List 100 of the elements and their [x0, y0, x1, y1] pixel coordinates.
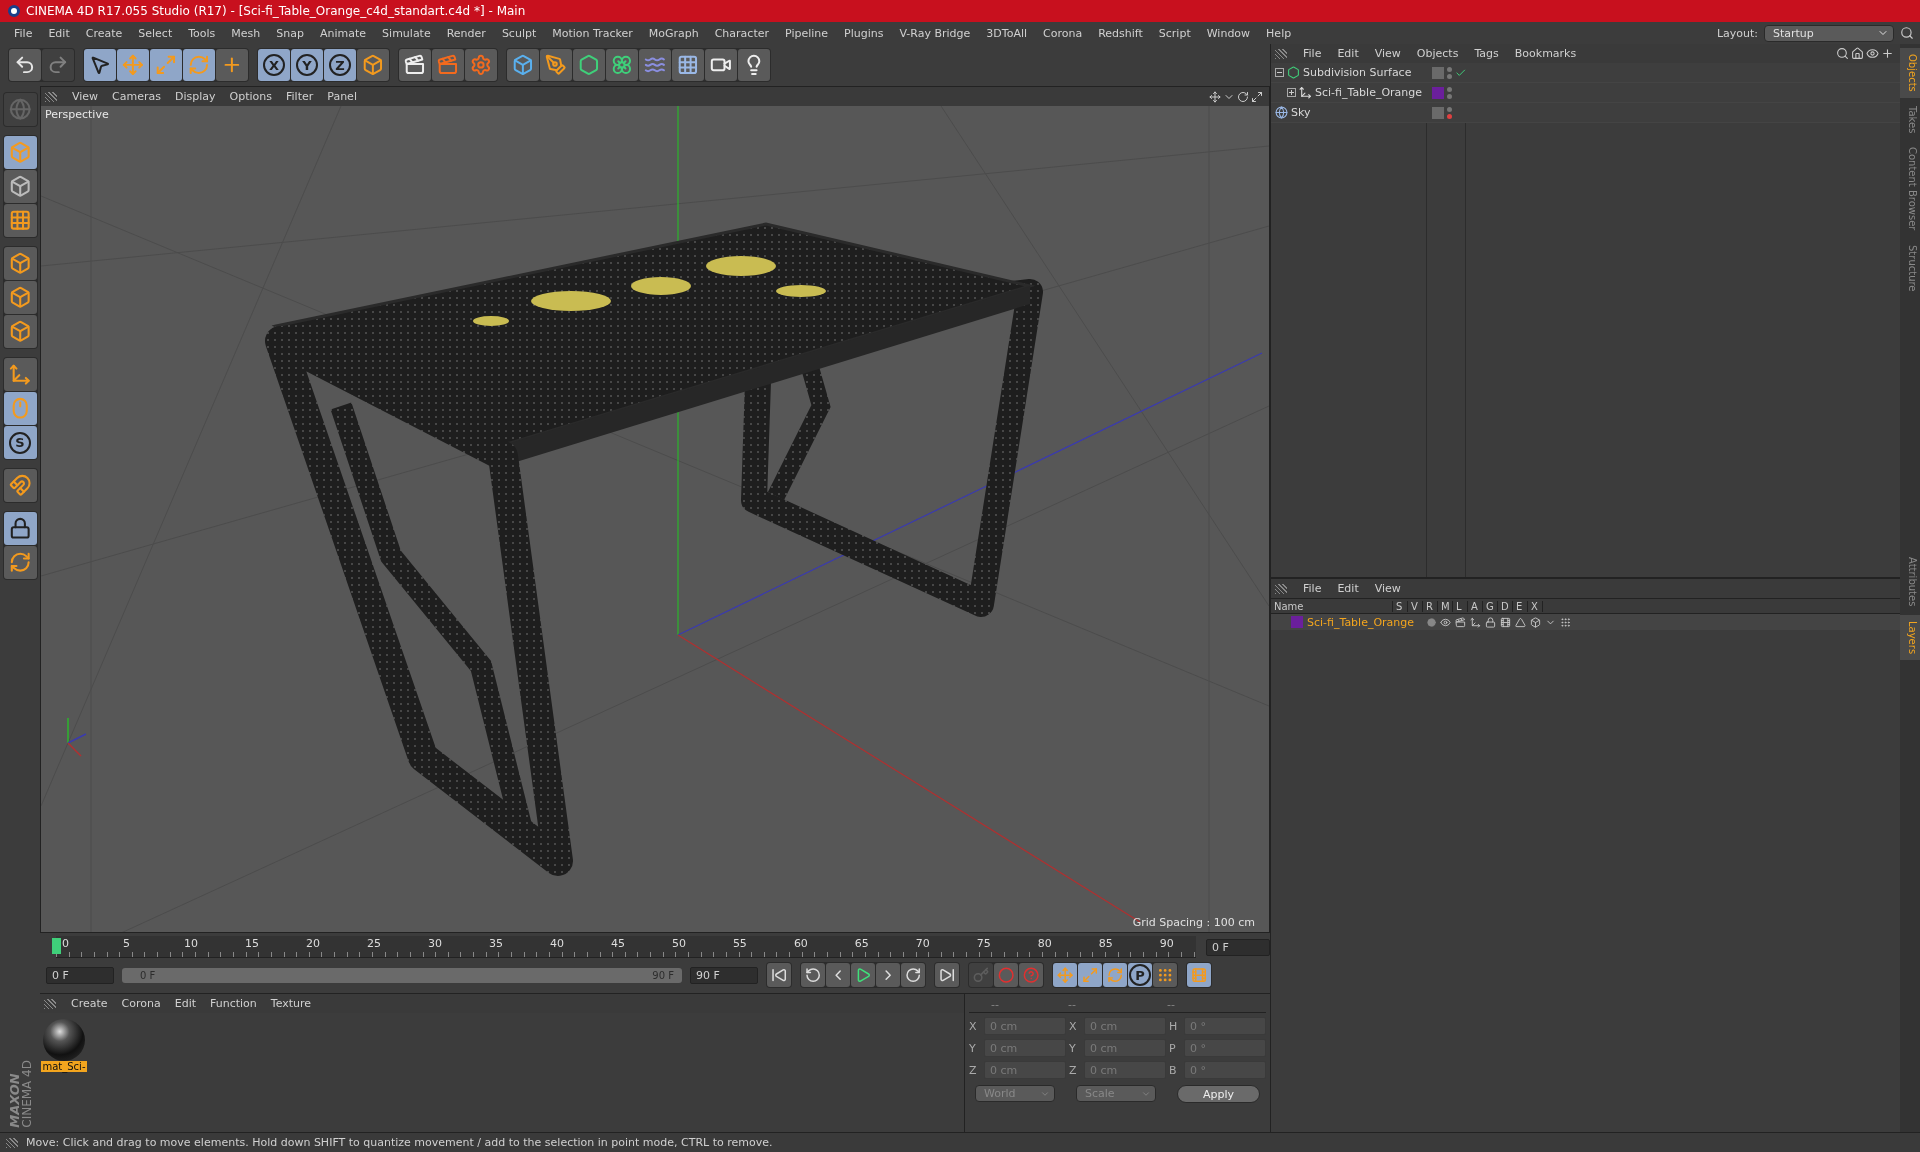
- axis-lock-button[interactable]: P: [1128, 963, 1152, 987]
- menu-item[interactable]: File: [1295, 582, 1330, 595]
- menu-item[interactable]: Tags: [1466, 47, 1507, 60]
- menu-item[interactable]: Edit: [1329, 582, 1367, 595]
- undo-button[interactable]: [9, 49, 41, 81]
- menu-item[interactable]: Create: [77, 26, 131, 40]
- side-tab[interactable]: Structure: [1900, 238, 1920, 298]
- menu-item[interactable]: Cameras: [105, 90, 168, 103]
- layer-swatch[interactable]: [1432, 66, 1444, 79]
- axis-lock-button[interactable]: X: [258, 49, 290, 81]
- skip-back-button[interactable]: [767, 963, 791, 987]
- wave-button[interactable]: [639, 49, 671, 81]
- axis-lock-button[interactable]: Y: [291, 49, 323, 81]
- column-header[interactable]: L: [1453, 600, 1468, 612]
- light-bulb-button[interactable]: [738, 49, 770, 81]
- object-name[interactable]: Subdivision Surface: [1303, 66, 1412, 79]
- layer-color-swatch[interactable]: [1291, 616, 1303, 628]
- column-header[interactable]: G: [1483, 600, 1498, 612]
- pointer-button[interactable]: [84, 49, 116, 81]
- panel-grip-icon[interactable]: [1275, 48, 1287, 59]
- column-header[interactable]: E: [1513, 600, 1528, 612]
- layer-swatch[interactable]: [1432, 106, 1444, 119]
- search-icon[interactable]: [1836, 47, 1849, 60]
- menu-item[interactable]: File: [1295, 47, 1330, 60]
- menu-item[interactable]: V-Ray Bridge: [891, 26, 979, 40]
- menu-item[interactable]: Edit: [1329, 47, 1367, 60]
- menu-item[interactable]: Plugins: [836, 26, 892, 40]
- menu-item[interactable]: Simulate: [374, 26, 439, 40]
- menu-item[interactable]: Sculpt: [493, 26, 545, 40]
- material-name[interactable]: mat_Sci-: [41, 1061, 87, 1072]
- column-header[interactable]: Name: [1271, 600, 1393, 612]
- magnet-button[interactable]: [3, 469, 37, 502]
- object-name[interactable]: Sci-fi_Table_Orange: [1315, 86, 1423, 99]
- hexagon-button[interactable]: [573, 49, 605, 81]
- column-header[interactable]: S: [1393, 600, 1408, 612]
- axis-lock-button[interactable]: Z: [324, 49, 356, 81]
- eye-icon[interactable]: [1440, 616, 1451, 628]
- menu-item[interactable]: Corona: [1035, 26, 1091, 40]
- clapperboard-icon[interactable]: [1455, 616, 1466, 628]
- panel-grip-icon[interactable]: [1275, 583, 1287, 594]
- step-forward-button[interactable]: [876, 963, 900, 987]
- material-preview[interactable]: [43, 1019, 85, 1061]
- end-frame-field[interactable]: 90 F: [690, 966, 758, 984]
- column-header[interactable]: A: [1468, 600, 1483, 612]
- cube-button[interactable]: [3, 315, 37, 348]
- side-tab[interactable]: Takes: [1900, 99, 1920, 140]
- menu-item[interactable]: Snap: [268, 26, 312, 40]
- menu-item[interactable]: Function: [203, 997, 264, 1010]
- pen-button[interactable]: [540, 49, 572, 81]
- camera-button[interactable]: [705, 49, 737, 81]
- column-header[interactable]: M: [1438, 600, 1453, 612]
- cube-button[interactable]: [3, 170, 37, 203]
- menu-item[interactable]: View: [65, 90, 106, 103]
- menu-item[interactable]: View: [1366, 582, 1409, 595]
- solo-icon[interactable]: [1427, 617, 1436, 627]
- menu-item[interactable]: Script: [1150, 26, 1199, 40]
- layer-name[interactable]: Sci-fi_Table_Orange: [1307, 615, 1423, 629]
- side-tab[interactable]: Content Browser: [1900, 141, 1920, 237]
- cube-button[interactable]: [3, 281, 37, 314]
- menu-item[interactable]: Edit: [40, 26, 78, 40]
- menu-item[interactable]: Objects: [1408, 47, 1467, 60]
- check-icon[interactable]: [1454, 66, 1466, 79]
- lock-button[interactable]: [3, 512, 37, 545]
- cross-button[interactable]: [216, 49, 248, 81]
- skip-forward-button[interactable]: [935, 963, 959, 987]
- cube-button[interactable]: [3, 136, 37, 169]
- circular-arrow-button[interactable]: [801, 963, 825, 987]
- current-frame-field[interactable]: 0 F: [1206, 938, 1270, 956]
- layout-dropdown[interactable]: Startup: [1764, 24, 1894, 42]
- axis-lock-button[interactable]: S: [3, 426, 37, 459]
- mouse-button[interactable]: [3, 392, 37, 425]
- grid-button[interactable]: [3, 204, 37, 237]
- expand-icon[interactable]: [1287, 88, 1296, 97]
- column-header[interactable]: D: [1498, 600, 1513, 612]
- dot-grid-button[interactable]: [1153, 963, 1177, 987]
- cube-button[interactable]: [3, 247, 37, 280]
- menu-item[interactable]: Edit: [167, 997, 203, 1010]
- side-tab[interactable]: Attributes: [1900, 551, 1920, 613]
- playhead-marker[interactable]: [52, 938, 61, 954]
- menu-item[interactable]: Options: [222, 90, 279, 103]
- menu-item[interactable]: Display: [168, 90, 223, 103]
- menu-item[interactable]: MoGraph: [640, 26, 707, 40]
- lock-icon[interactable]: [1485, 616, 1496, 628]
- column-header[interactable]: X: [1528, 600, 1543, 612]
- menu-item[interactable]: Create: [64, 997, 115, 1010]
- search-icon[interactable]: [1900, 26, 1914, 40]
- home-icon[interactable]: [1851, 47, 1864, 60]
- apply-button[interactable]: Apply: [1177, 1085, 1260, 1103]
- menu-item[interactable]: Texture: [263, 997, 319, 1010]
- menu-item[interactable]: Mesh: [223, 26, 269, 40]
- layer-color-swatch[interactable]: [1432, 86, 1444, 99]
- clapperboard-button[interactable]: [399, 49, 431, 81]
- grid-button[interactable]: [672, 49, 704, 81]
- circular-arrow-button[interactable]: [901, 963, 925, 987]
- visibility-dots[interactable]: [1446, 66, 1452, 79]
- side-tab[interactable]: Layers: [1900, 614, 1920, 660]
- film-icon[interactable]: [1500, 616, 1511, 628]
- menu-item[interactable]: Redshift: [1090, 26, 1151, 40]
- eye-icon[interactable]: [1866, 47, 1879, 60]
- object-name[interactable]: Sky: [1291, 106, 1311, 119]
